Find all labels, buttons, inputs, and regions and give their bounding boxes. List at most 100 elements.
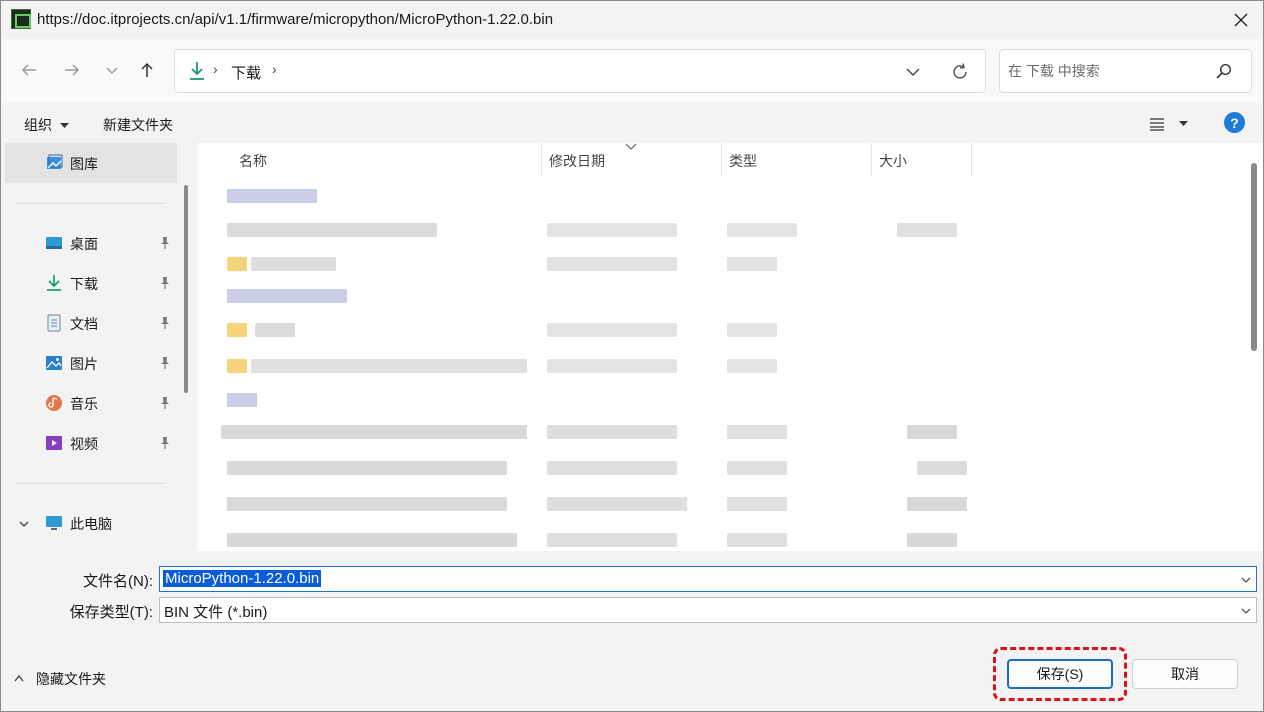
refresh-icon[interactable] — [949, 61, 971, 83]
cancel-button[interactable]: 取消 — [1132, 659, 1238, 689]
close-icon — [1234, 13, 1248, 27]
redacted-text — [227, 289, 347, 303]
sidebar-item-desktop[interactable]: 桌面 — [1, 223, 179, 263]
document-icon — [47, 314, 61, 332]
redacted-text — [547, 359, 677, 373]
redacted-text — [227, 223, 437, 237]
sidebar-scrollbar[interactable] — [184, 185, 188, 393]
redacted-text — [227, 393, 257, 407]
recent-locations-button[interactable] — [97, 55, 127, 85]
caret-down-icon — [1179, 121, 1188, 126]
app-icon — [11, 9, 31, 29]
address-bar[interactable]: › 下载 › — [174, 49, 986, 93]
column-header-modified[interactable]: 修改日期 — [541, 143, 721, 177]
list-item[interactable] — [197, 491, 1237, 517]
navigation-pane: 图库 桌面 下载 文档 图片 音乐 视频 此电脑 — [1, 143, 191, 551]
column-header-label: 修改日期 — [549, 153, 605, 169]
download-icon — [47, 275, 61, 291]
column-header-name[interactable]: 名称 — [231, 143, 541, 177]
sidebar-item-music[interactable]: 音乐 — [1, 383, 179, 423]
redacted-text — [547, 323, 677, 337]
sidebar-item-videos[interactable]: 视频 — [1, 423, 179, 463]
list-item[interactable] — [197, 455, 1237, 481]
sidebar-item-label: 图库 — [70, 156, 98, 172]
pin-icon[interactable] — [158, 356, 172, 370]
redacted-text — [221, 425, 527, 439]
redacted-text — [727, 323, 777, 337]
filetype-select[interactable]: BIN 文件 (*.bin) — [159, 597, 1257, 623]
chevron-up-icon — [14, 674, 24, 682]
sidebar-item-label: 视频 — [70, 436, 98, 452]
list-item[interactable] — [197, 317, 1237, 343]
search-box — [999, 49, 1252, 93]
pin-icon[interactable] — [158, 276, 172, 290]
redacted-text — [227, 189, 317, 203]
command-bar: 组织 新建文件夹 ? — [1, 103, 1263, 143]
redacted-text — [251, 257, 336, 271]
chevron-down-icon — [106, 67, 118, 74]
redacted-text — [547, 425, 677, 439]
column-divider[interactable] — [971, 143, 972, 177]
save-button[interactable]: 保存(S) — [1007, 659, 1113, 689]
list-item[interactable] — [197, 353, 1237, 379]
sidebar-item-documents[interactable]: 文档 — [1, 303, 179, 343]
music-icon — [46, 395, 62, 411]
pin-icon[interactable] — [158, 436, 172, 450]
breadcrumb-downloads[interactable]: 下载 — [231, 62, 261, 83]
sidebar-item-label: 桌面 — [70, 236, 98, 252]
breadcrumb-separator[interactable]: › — [272, 61, 277, 77]
file-list-scrollbar[interactable] — [1251, 163, 1257, 351]
search-icon[interactable] — [1215, 62, 1233, 80]
list-item[interactable] — [197, 251, 1237, 277]
back-button[interactable] — [14, 55, 44, 85]
help-button[interactable]: ? — [1224, 112, 1245, 133]
pin-icon[interactable] — [158, 316, 172, 330]
pin-icon[interactable] — [158, 236, 172, 250]
arrow-up-icon — [141, 62, 153, 77]
new-folder-button[interactable]: 新建文件夹 — [103, 115, 173, 135]
sidebar-item-label: 下载 — [70, 276, 98, 292]
forward-button[interactable] — [57, 55, 87, 85]
computer-icon — [46, 516, 62, 530]
organize-button[interactable]: 组织 — [24, 115, 69, 135]
sidebar-item-pictures[interactable]: 图片 — [1, 343, 179, 383]
group-header — [197, 387, 1237, 413]
chevron-down-icon[interactable] — [1240, 605, 1252, 617]
desktop-icon — [46, 237, 62, 249]
redacted-text — [227, 497, 507, 511]
sidebar-item-downloads[interactable]: 下载 — [1, 263, 179, 303]
navigation-bar: › 下载 › — [1, 39, 1263, 103]
redacted-text — [907, 497, 967, 511]
filename-value[interactable]: MicroPython-1.22.0.bin — [163, 570, 322, 587]
chevron-down-icon[interactable] — [18, 518, 30, 530]
redacted-text — [227, 533, 517, 547]
redacted-text — [547, 497, 687, 511]
caret-down-icon — [59, 123, 69, 129]
window-title: https://doc.itprojects.cn/api/v1.1/firmw… — [37, 11, 554, 28]
redacted-text — [727, 359, 777, 373]
search-input[interactable] — [1008, 60, 1208, 82]
list-view-icon — [1150, 118, 1164, 131]
list-item[interactable] — [197, 419, 1237, 445]
file-list: 名称 修改日期 类型 大小 — [197, 143, 1263, 551]
list-item[interactable] — [197, 527, 1237, 551]
sidebar-item-gallery[interactable]: 图库 — [5, 143, 177, 183]
column-header-size[interactable]: 大小 — [871, 143, 971, 177]
pin-icon[interactable] — [158, 396, 172, 410]
chevron-down-icon[interactable] — [1240, 574, 1252, 586]
redacted-text — [547, 533, 677, 547]
chevron-down-icon[interactable] — [903, 62, 923, 82]
redacted-text — [897, 223, 957, 237]
close-button[interactable] — [1225, 5, 1257, 35]
column-header-type[interactable]: 类型 — [721, 143, 871, 177]
video-icon — [46, 436, 62, 450]
hide-folders-label: 隐藏文件夹 — [36, 671, 106, 687]
download-icon — [190, 62, 204, 80]
filename-field[interactable]: MicroPython-1.22.0.bin — [159, 566, 1257, 592]
sidebar-item-this-pc[interactable]: 此电脑 — [1, 503, 179, 543]
redacted-text — [255, 323, 295, 337]
sidebar-divider — [15, 203, 165, 204]
view-options-button[interactable] — [1147, 113, 1191, 135]
list-item[interactable] — [197, 217, 1237, 243]
up-button[interactable] — [132, 55, 162, 85]
